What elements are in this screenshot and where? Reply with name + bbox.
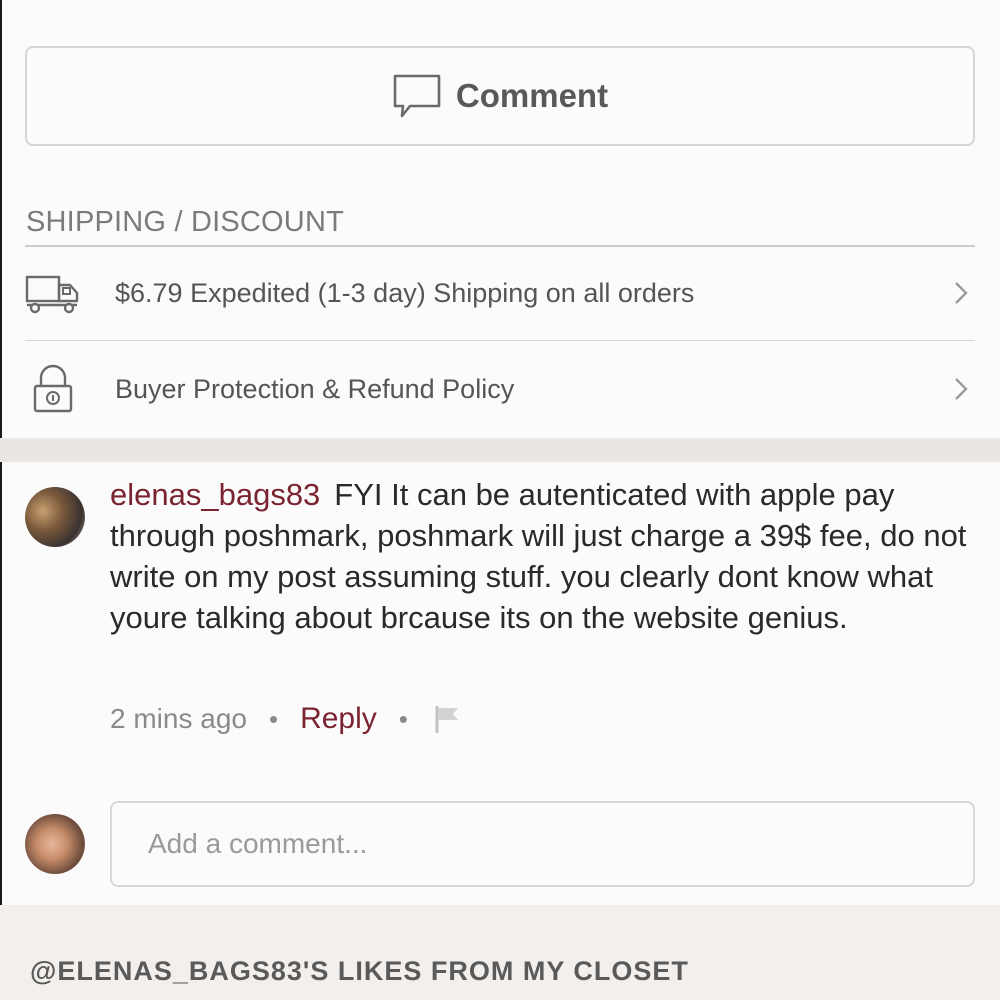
comment-text-block: elenas_bags83 FYI It can be autenticated … [110, 474, 980, 638]
comment-meta: 2 mins ago • Reply • [110, 697, 464, 741]
current-user-avatar [25, 814, 85, 874]
chevron-right-icon [953, 376, 969, 402]
comment-username[interactable]: elenas_bags83 [110, 477, 320, 512]
flag-icon[interactable] [432, 703, 464, 735]
comment-timestamp: 2 mins ago [110, 703, 247, 734]
row-divider [25, 340, 975, 341]
add-comment-input[interactable] [110, 801, 975, 887]
meta-separator: • [268, 703, 279, 734]
speech-bubble-icon [392, 72, 442, 120]
comment-button-label: Comment [455, 77, 609, 114]
meta-separator: • [398, 703, 408, 734]
commenter-avatar[interactable] [25, 487, 85, 547]
comment-button[interactable]: Comment [25, 46, 975, 146]
section-title-shipping: SHIPPING / DISCOUNT [26, 206, 344, 238]
shipping-row-text: $6.79 Expedited (1-3 day) Shipping on al… [115, 277, 695, 308]
reply-button[interactable]: Reply [300, 702, 377, 736]
buyer-protection-row[interactable]: Buyer Protection & Refund Policy [25, 342, 975, 436]
buyer-protection-text: Buyer Protection & Refund Policy [115, 373, 515, 404]
lock-icon [25, 361, 81, 417]
likes-section-title: @ELENAS_BAGS83'S LIKES FROM MY CLOSET [30, 956, 689, 986]
chevron-right-icon [953, 280, 969, 306]
shipping-row[interactable]: $6.79 Expedited (1-3 day) Shipping on al… [25, 246, 975, 340]
section-separator-band [0, 438, 1000, 462]
truck-icon [25, 265, 81, 321]
